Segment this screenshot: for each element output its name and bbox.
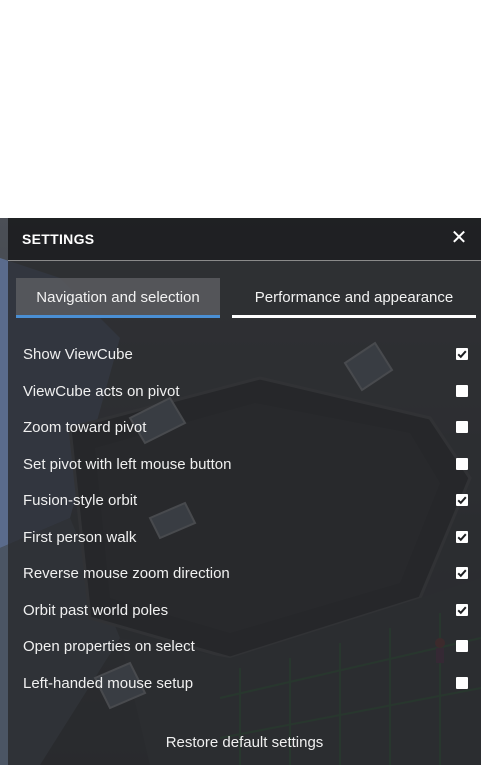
option-show-viewcube[interactable]: Show ViewCube bbox=[8, 338, 481, 375]
checkbox-reverse-mouse-zoom[interactable] bbox=[456, 567, 468, 579]
option-label: Left-handed mouse setup bbox=[23, 674, 194, 692]
option-first-person-walk[interactable]: First person walk bbox=[8, 521, 481, 558]
restore-defaults-button[interactable]: Restore default settings bbox=[8, 728, 481, 758]
checkmark-icon bbox=[457, 533, 467, 541]
option-label: Fusion-style orbit bbox=[23, 492, 138, 509]
checkbox-show-viewcube[interactable] bbox=[456, 348, 468, 360]
option-label: Set pivot with left mouse button bbox=[23, 455, 232, 473]
option-orbit-past-world-poles[interactable]: Orbit past world poles bbox=[8, 594, 481, 631]
option-left-handed-mouse[interactable]: Left-handed mouse setup bbox=[8, 667, 481, 704]
option-viewcube-acts-on-pivot[interactable]: ViewCube acts on pivot bbox=[8, 375, 481, 412]
settings-panel-title: SETTINGS bbox=[22, 231, 95, 247]
checkbox-orbit-past-world-poles[interactable] bbox=[456, 603, 468, 616]
settings-panel-header[interactable]: SETTINGS ✕ bbox=[8, 218, 481, 261]
option-label: First person walk bbox=[23, 528, 137, 546]
checkbox-first-person-walk[interactable] bbox=[456, 530, 468, 543]
option-reverse-mouse-zoom[interactable]: Reverse mouse zoom direction bbox=[8, 557, 481, 594]
app-stage: SETTINGS ✕ Navigation and selection Perf… bbox=[0, 0, 481, 765]
option-label: Zoom toward pivot bbox=[23, 419, 147, 436]
option-set-pivot-left-mouse[interactable]: Set pivot with left mouse button bbox=[8, 448, 481, 485]
checkmark-icon bbox=[457, 606, 467, 614]
checkbox-zoom-toward-pivot[interactable] bbox=[456, 421, 468, 433]
settings-options-list: Show ViewCube ViewCube acts on pivot Zoo… bbox=[8, 338, 481, 703]
option-label: Reverse mouse zoom direction bbox=[23, 565, 230, 582]
tab-navigation-and-selection[interactable]: Navigation and selection bbox=[16, 278, 220, 318]
checkmark-icon bbox=[457, 569, 467, 578]
checkmark-icon bbox=[457, 496, 467, 505]
option-label: Show ViewCube bbox=[23, 346, 133, 363]
checkbox-fusion-style-orbit[interactable] bbox=[456, 494, 468, 506]
close-icon[interactable]: ✕ bbox=[449, 227, 469, 249]
option-label: Open properties on select bbox=[23, 638, 195, 655]
checkbox-set-pivot-left-mouse[interactable] bbox=[456, 457, 468, 470]
option-open-properties-on-select[interactable]: Open properties on select bbox=[8, 630, 481, 667]
option-fusion-style-orbit[interactable]: Fusion-style orbit bbox=[8, 484, 481, 521]
tab-performance-and-appearance[interactable]: Performance and appearance bbox=[232, 278, 476, 318]
checkbox-viewcube-acts-on-pivot[interactable] bbox=[456, 384, 468, 397]
option-label: ViewCube acts on pivot bbox=[23, 382, 180, 400]
settings-panel: SETTINGS ✕ Navigation and selection Perf… bbox=[8, 218, 481, 765]
checkmark-icon bbox=[457, 350, 467, 359]
settings-tabs: Navigation and selection Performance and… bbox=[16, 278, 476, 320]
checkbox-open-properties-on-select[interactable] bbox=[456, 640, 468, 652]
checkbox-left-handed-mouse[interactable] bbox=[456, 676, 468, 689]
option-zoom-toward-pivot[interactable]: Zoom toward pivot bbox=[8, 411, 481, 448]
option-label: Orbit past world poles bbox=[23, 601, 169, 619]
